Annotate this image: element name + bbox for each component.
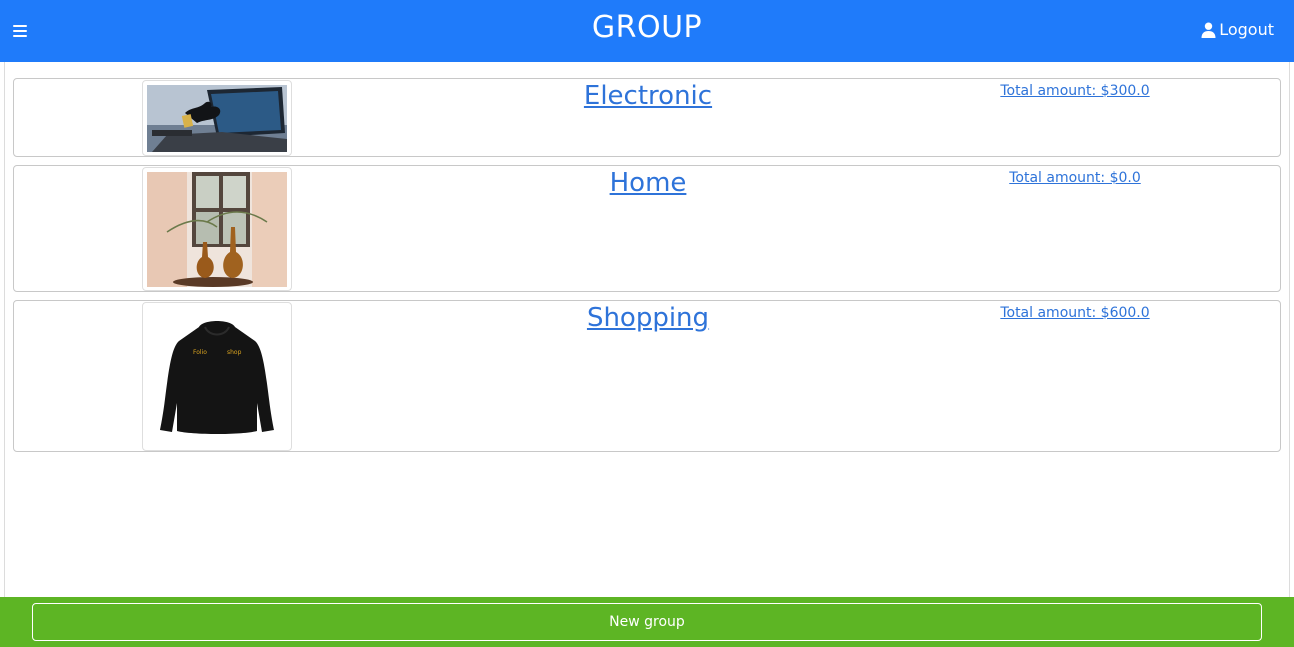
- group-card: Home Total amount: $0.0: [13, 165, 1281, 292]
- svg-text:Folio: Folio: [193, 349, 207, 356]
- logout-button[interactable]: Logout: [1201, 20, 1274, 39]
- group-total-link[interactable]: Total amount: $300.0: [948, 83, 1202, 99]
- group-total-link[interactable]: Total amount: $0.0: [948, 170, 1202, 186]
- user-icon: [1201, 22, 1216, 38]
- new-group-button[interactable]: New group: [32, 603, 1262, 641]
- group-card: Electronic Total amount: $300.0: [13, 78, 1281, 157]
- group-card: Folio shop Shopping Total amount: $600.0: [13, 300, 1281, 452]
- page-title: GROUP: [591, 10, 703, 45]
- svg-text:shop: shop: [227, 349, 242, 356]
- logout-label: Logout: [1219, 20, 1274, 39]
- footer-bar: New group: [0, 597, 1294, 647]
- group-total-link[interactable]: Total amount: $600.0: [948, 305, 1202, 321]
- app-header: GROUP Logout: [0, 0, 1294, 62]
